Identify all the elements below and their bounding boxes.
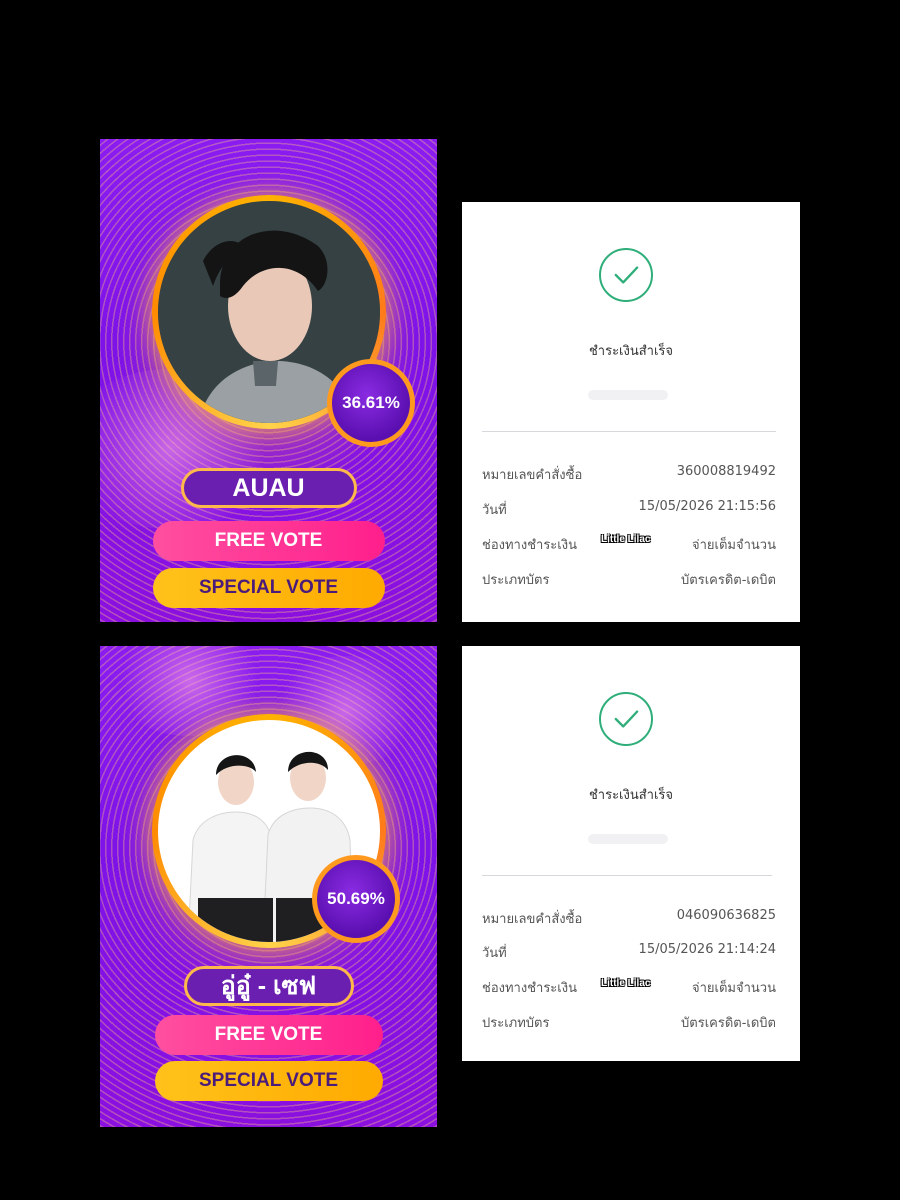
card-type-label: ประเภทบัตร <box>482 1016 550 1031</box>
order-number-row: หมายเลขคำสั่งซื้อ 360008819492 <box>482 464 776 484</box>
date-row: วันที่ 15/05/2026 21:15:56 <box>482 499 776 519</box>
payment-status: ชำระเงินสำเร็จ <box>588 344 674 359</box>
success-check-icon <box>599 692 653 746</box>
order-number-row: หมายเลขคำสั่งซื้อ 046090636825 <box>482 908 776 928</box>
payment-receipt-2: ชำระเงินสำเร็จ หมายเลขคำสั่งซื้อ 0460906… <box>462 646 800 1061</box>
payment-channel-value: จ่ายเต็มจำนวน <box>692 538 776 553</box>
vote-percentage-badge: 50.69% <box>312 855 400 943</box>
vote-percentage-badge: 36.61% <box>327 359 415 447</box>
payment-channel-value: จ่ายเต็มจำนวน <box>692 981 776 996</box>
date-label: วันที่ <box>482 946 507 961</box>
payment-channel-label: ช่องทางชำระเงิน <box>482 538 577 553</box>
divider <box>482 431 776 432</box>
special-vote-button[interactable]: SPECIAL VOTE <box>154 1061 383 1101</box>
order-number-value: 360008819492 <box>676 464 776 479</box>
watermark: Little Lilac <box>601 534 651 545</box>
vote-card-1: 36.61% AUAU FREE VOTE SPECIAL VOTE <box>100 139 437 622</box>
candidate-name: อู่อู๋ - เซฟ <box>183 966 354 1006</box>
success-check-icon <box>599 248 653 302</box>
candidate-name: AUAU <box>180 468 357 508</box>
blurred-amount <box>588 390 668 400</box>
card-type-label: ประเภทบัตร <box>482 573 550 588</box>
card-type-row: ประเภทบัตร บัตรเครดิต-เดบิต <box>482 1012 776 1032</box>
card-type-value: บัตรเครดิต-เดบิต <box>681 573 776 588</box>
free-vote-button[interactable]: FREE VOTE <box>154 1015 383 1055</box>
date-label: วันที่ <box>482 503 507 518</box>
payment-status: ชำระเงินสำเร็จ <box>588 788 674 803</box>
payment-receipt-1: ชำระเงินสำเร็จ หมายเลขคำสั่งซื้อ 3600088… <box>462 202 800 622</box>
order-number-label: หมายเลขคำสั่งซื้อ <box>482 468 583 483</box>
vote-card-2: 50.69% อู่อู๋ - เซฟ FREE VOTE SPECIAL VO… <box>100 646 437 1127</box>
order-number-label: หมายเลขคำสั่งซื้อ <box>482 912 583 927</box>
payment-channel-label: ช่องทางชำระเงิน <box>482 981 577 996</box>
card-type-value: บัตรเครดิต-เดบิต <box>681 1016 776 1031</box>
watermark: Little Lilac <box>601 978 651 989</box>
date-value: 15/05/2026 21:14:24 <box>638 942 776 957</box>
divider <box>482 875 772 876</box>
card-type-row: ประเภทบัตร บัตรเครดิต-เดบิต <box>482 569 776 589</box>
blurred-amount <box>588 834 668 844</box>
special-vote-button[interactable]: SPECIAL VOTE <box>152 568 385 608</box>
free-vote-button[interactable]: FREE VOTE <box>152 521 385 561</box>
date-value: 15/05/2026 21:15:56 <box>638 499 776 514</box>
order-number-value: 046090636825 <box>676 908 776 923</box>
date-row: วันที่ 15/05/2026 21:14:24 <box>482 942 776 962</box>
